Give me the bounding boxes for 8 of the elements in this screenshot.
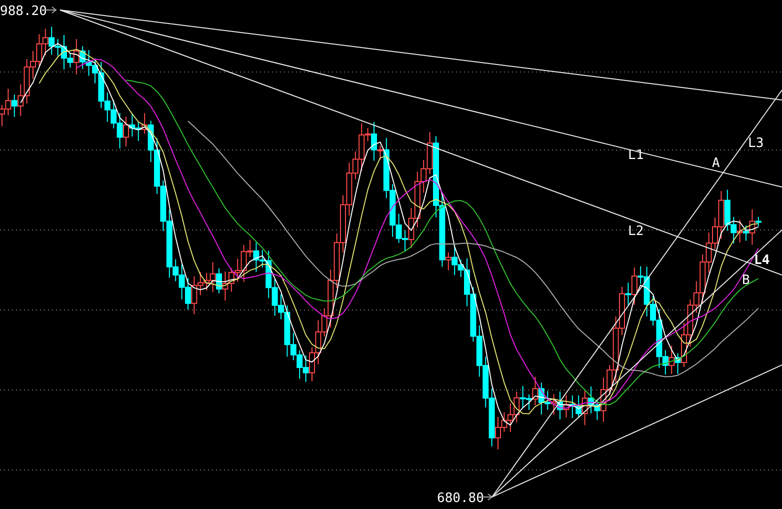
price-label: 680.80 bbox=[437, 491, 484, 506]
line-label: L3 bbox=[748, 136, 764, 151]
point-label: A bbox=[712, 156, 720, 171]
line-label: L4 bbox=[754, 253, 770, 268]
price-label: 988.20 bbox=[0, 4, 47, 19]
line-label: L2 bbox=[628, 224, 644, 239]
point-label: B bbox=[742, 273, 750, 288]
line-label: L1 bbox=[628, 148, 644, 163]
